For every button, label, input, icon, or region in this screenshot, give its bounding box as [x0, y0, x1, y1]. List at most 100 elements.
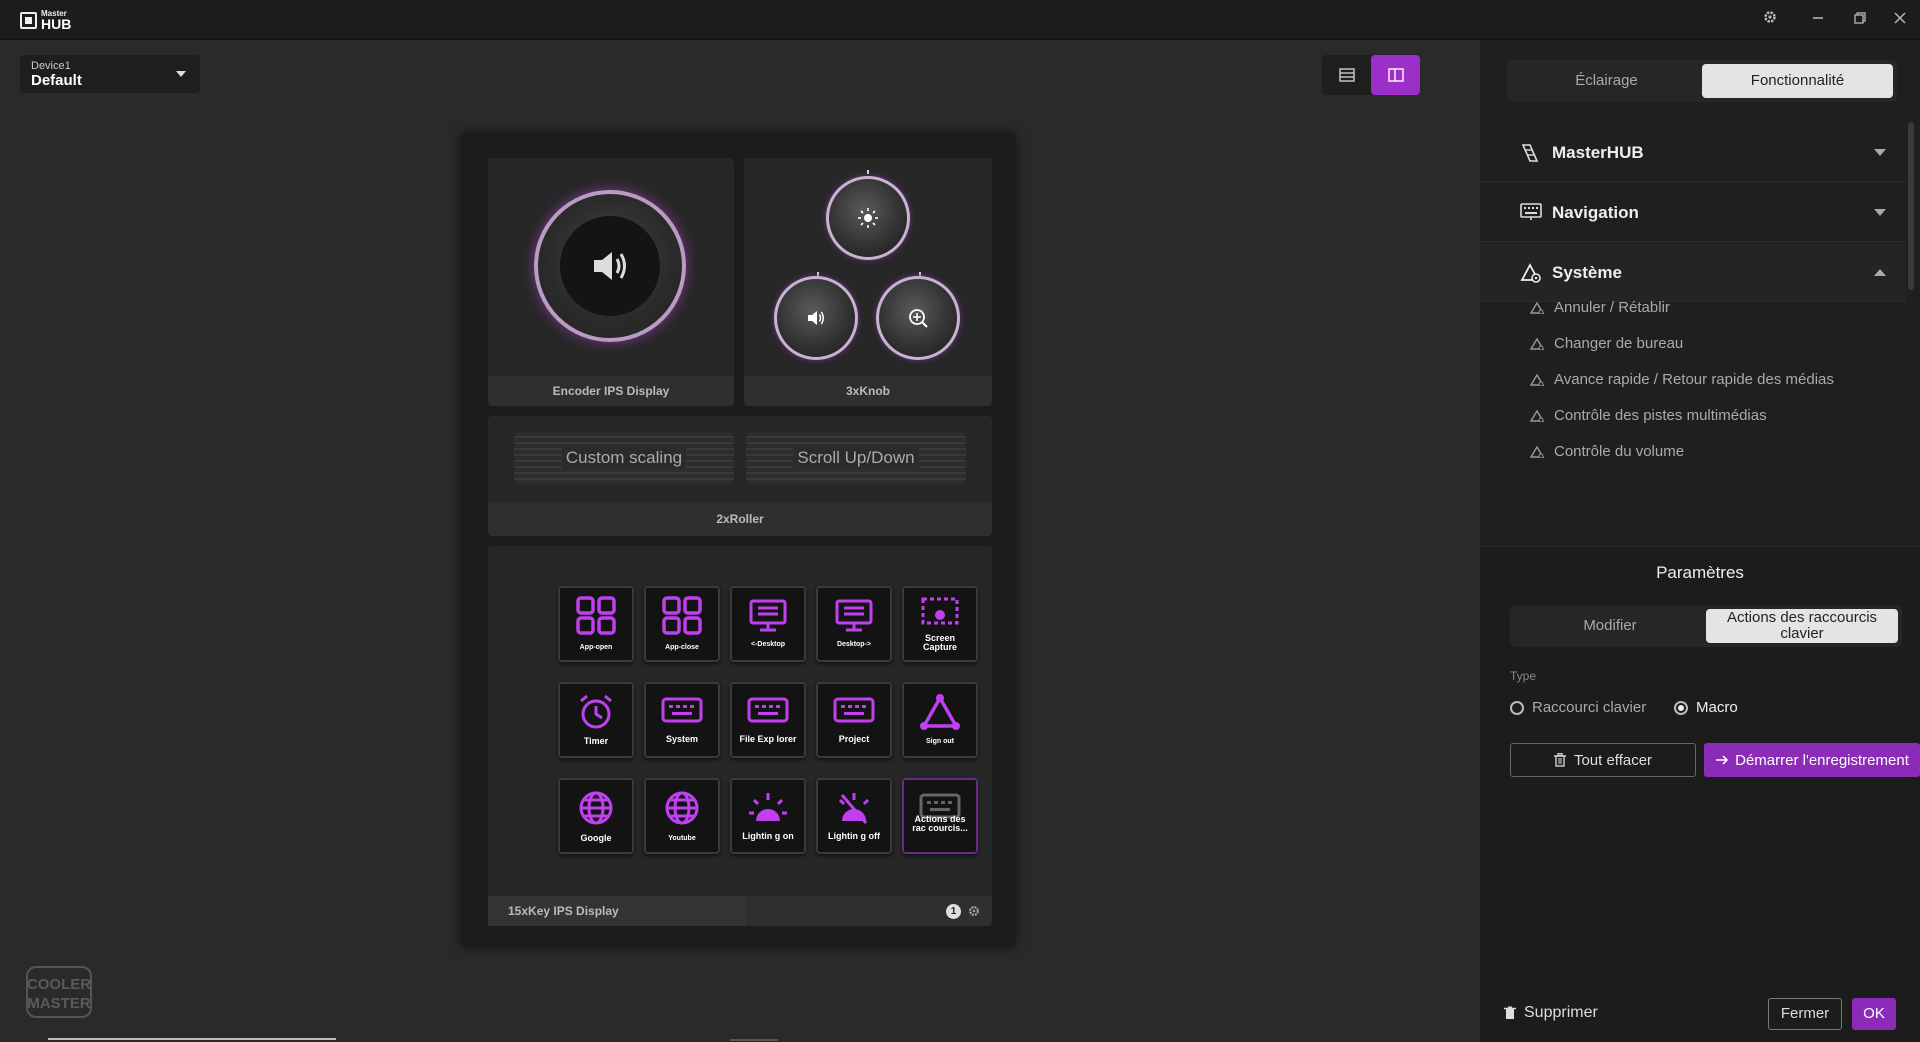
section-navigation[interactable]: Navigation — [1480, 184, 1906, 242]
section-title: Système — [1552, 263, 1622, 282]
keyboard-icon — [833, 696, 875, 733]
radio-circle-selected — [1674, 700, 1688, 715]
device-profile: Default — [31, 72, 82, 89]
key-label: Screen Capture — [922, 632, 957, 652]
key-button[interactable]: Youtube — [644, 778, 720, 854]
keyboard-icon — [661, 696, 703, 733]
parameters-title: Paramètres — [1656, 563, 1744, 582]
app-logo: Master HUB — [20, 9, 71, 31]
knob-panel[interactable]: 3xKnob — [744, 158, 992, 406]
device-preview: Encoder IPS Display 3xKnob Custom scalin… — [460, 132, 1016, 948]
key-button[interactable]: Sign out — [902, 682, 978, 758]
system-function-item[interactable]: Lire l'audio — [1480, 470, 1906, 472]
screen-capture-icon — [920, 597, 960, 632]
key-button[interactable]: Desktop-> — [816, 586, 892, 662]
start-recording-button[interactable]: Démarrer l'enregistrement — [1704, 743, 1920, 777]
grid-icon — [574, 596, 618, 641]
tab-functionality[interactable]: Fonctionnalité — [1702, 64, 1893, 98]
key-label: Google — [580, 833, 612, 843]
keyboard-icon — [747, 696, 789, 733]
section-masterhub[interactable]: MasterHUB — [1480, 124, 1906, 182]
sun-icon — [858, 208, 878, 228]
key-label: System — [665, 734, 699, 744]
globe-icon — [577, 789, 615, 832]
view-horizontal-button[interactable] — [1322, 55, 1371, 95]
sidebar-footer: Supprimer Fermer OK — [1480, 988, 1920, 1042]
logo-big-text: HUB — [41, 16, 72, 32]
settings-gear-icon[interactable] — [1758, 8, 1782, 32]
roller-panel[interactable]: Custom scaling Scroll Up/Down 2xRoller — [488, 416, 992, 536]
key-button[interactable]: Screen Capture — [902, 586, 978, 662]
system-function-item[interactable]: Annuler / Rétablir — [1480, 290, 1906, 326]
close-button[interactable]: Fermer — [1768, 998, 1842, 1030]
mode-tabs: Éclairage Fonctionnalité — [1507, 60, 1897, 102]
knob-label: 3xKnob — [744, 376, 992, 406]
trash-icon — [1504, 1006, 1516, 1019]
delete-label: Supprimer — [1524, 1004, 1598, 1021]
speaker-icon — [808, 311, 824, 325]
close-icon[interactable] — [1888, 8, 1912, 32]
key-button[interactable]: Actions des rac courcis... — [902, 778, 978, 854]
key-label: Lightin g on — [742, 831, 794, 841]
key-button[interactable]: Lightin g off — [816, 778, 892, 854]
ok-button[interactable]: OK — [1852, 998, 1896, 1030]
encoder-knob[interactable] — [534, 190, 686, 342]
key-button[interactable]: App-open — [558, 586, 634, 662]
alarm-icon — [577, 694, 615, 735]
page-number-badge[interactable]: 1 — [946, 904, 961, 919]
tab-lighting[interactable]: Éclairage — [1511, 64, 1702, 98]
key-label: Project — [838, 734, 870, 744]
gear-icon[interactable] — [968, 905, 980, 917]
clear-all-label: Tout effacer — [1573, 751, 1653, 769]
tab-shortcut-actions[interactable]: Actions des raccourcis clavier — [1706, 609, 1898, 643]
device-selector[interactable]: Device1 Default — [20, 55, 200, 93]
key-button[interactable]: System — [644, 682, 720, 758]
key-label: File Exp lorer — [739, 734, 797, 744]
clear-all-button[interactable]: Tout effacer — [1510, 743, 1696, 777]
system-function-item[interactable]: Avance rapide / Retour rapide des médias — [1480, 362, 1906, 398]
key-button[interactable]: Google — [558, 778, 634, 854]
radio-shortcut-label: Raccourci clavier — [1532, 699, 1647, 716]
system-function-label: Annuler / Rétablir — [1554, 299, 1670, 316]
keys-footer: 15xKey IPS Display 1 — [488, 896, 992, 926]
sidebar-scrollbar[interactable] — [1908, 122, 1914, 290]
parameters-panel: Paramètres Modifier Actions des raccourc… — [1480, 546, 1920, 1042]
knob-brightness[interactable] — [826, 176, 910, 260]
masterhub-icon — [1521, 144, 1539, 162]
key-button[interactable]: File Exp lorer — [730, 682, 806, 758]
system-function-item[interactable]: Contrôle du volume — [1480, 434, 1906, 470]
roller-right[interactable]: Scroll Up/Down — [746, 432, 966, 484]
chevron-down-icon — [1874, 209, 1886, 216]
restore-icon[interactable] — [1848, 8, 1872, 32]
key-label: Lightin g off — [828, 831, 880, 841]
tab-modify[interactable]: Modifier — [1514, 609, 1706, 643]
knob-volume[interactable] — [774, 276, 858, 360]
triangle-icon — [920, 694, 960, 735]
key-label: Youtube — [668, 835, 696, 842]
grid-icon — [660, 596, 704, 641]
key-button[interactable]: Timer — [558, 682, 634, 758]
key-button[interactable]: Lightin g on — [730, 778, 806, 854]
key-button[interactable]: <-Desktop — [730, 586, 806, 662]
knob-zoom[interactable] — [876, 276, 960, 360]
key-label: Actions des rac courcis... — [912, 813, 968, 833]
key-button[interactable]: Project — [816, 682, 892, 758]
key-button[interactable]: App-close — [644, 586, 720, 662]
knob-tick — [867, 170, 869, 174]
minimize-icon[interactable] — [1806, 8, 1830, 32]
system-function-item[interactable]: Changer de bureau — [1480, 326, 1906, 362]
view-vertical-button[interactable] — [1371, 55, 1420, 95]
key-label: App-close — [665, 644, 699, 651]
monitor-icon — [834, 599, 874, 638]
zoom-in-icon — [909, 309, 928, 328]
encoder-panel[interactable]: Encoder IPS Display — [488, 158, 734, 406]
key-label: Sign out — [926, 738, 954, 745]
radio-shortcut[interactable]: Raccourci clavier — [1510, 699, 1646, 716]
roller-left[interactable]: Custom scaling — [514, 432, 734, 484]
roller-label: 2xRoller — [488, 502, 992, 536]
system-function-item[interactable]: Contrôle des pistes multimédias — [1480, 398, 1906, 434]
delete-button[interactable]: Supprimer — [1504, 1004, 1598, 1022]
brand-logo-icon: COOLER MASTER — [27, 976, 91, 1012]
taskbar-indicator — [48, 1038, 336, 1040]
radio-macro[interactable]: Macro — [1674, 699, 1738, 716]
